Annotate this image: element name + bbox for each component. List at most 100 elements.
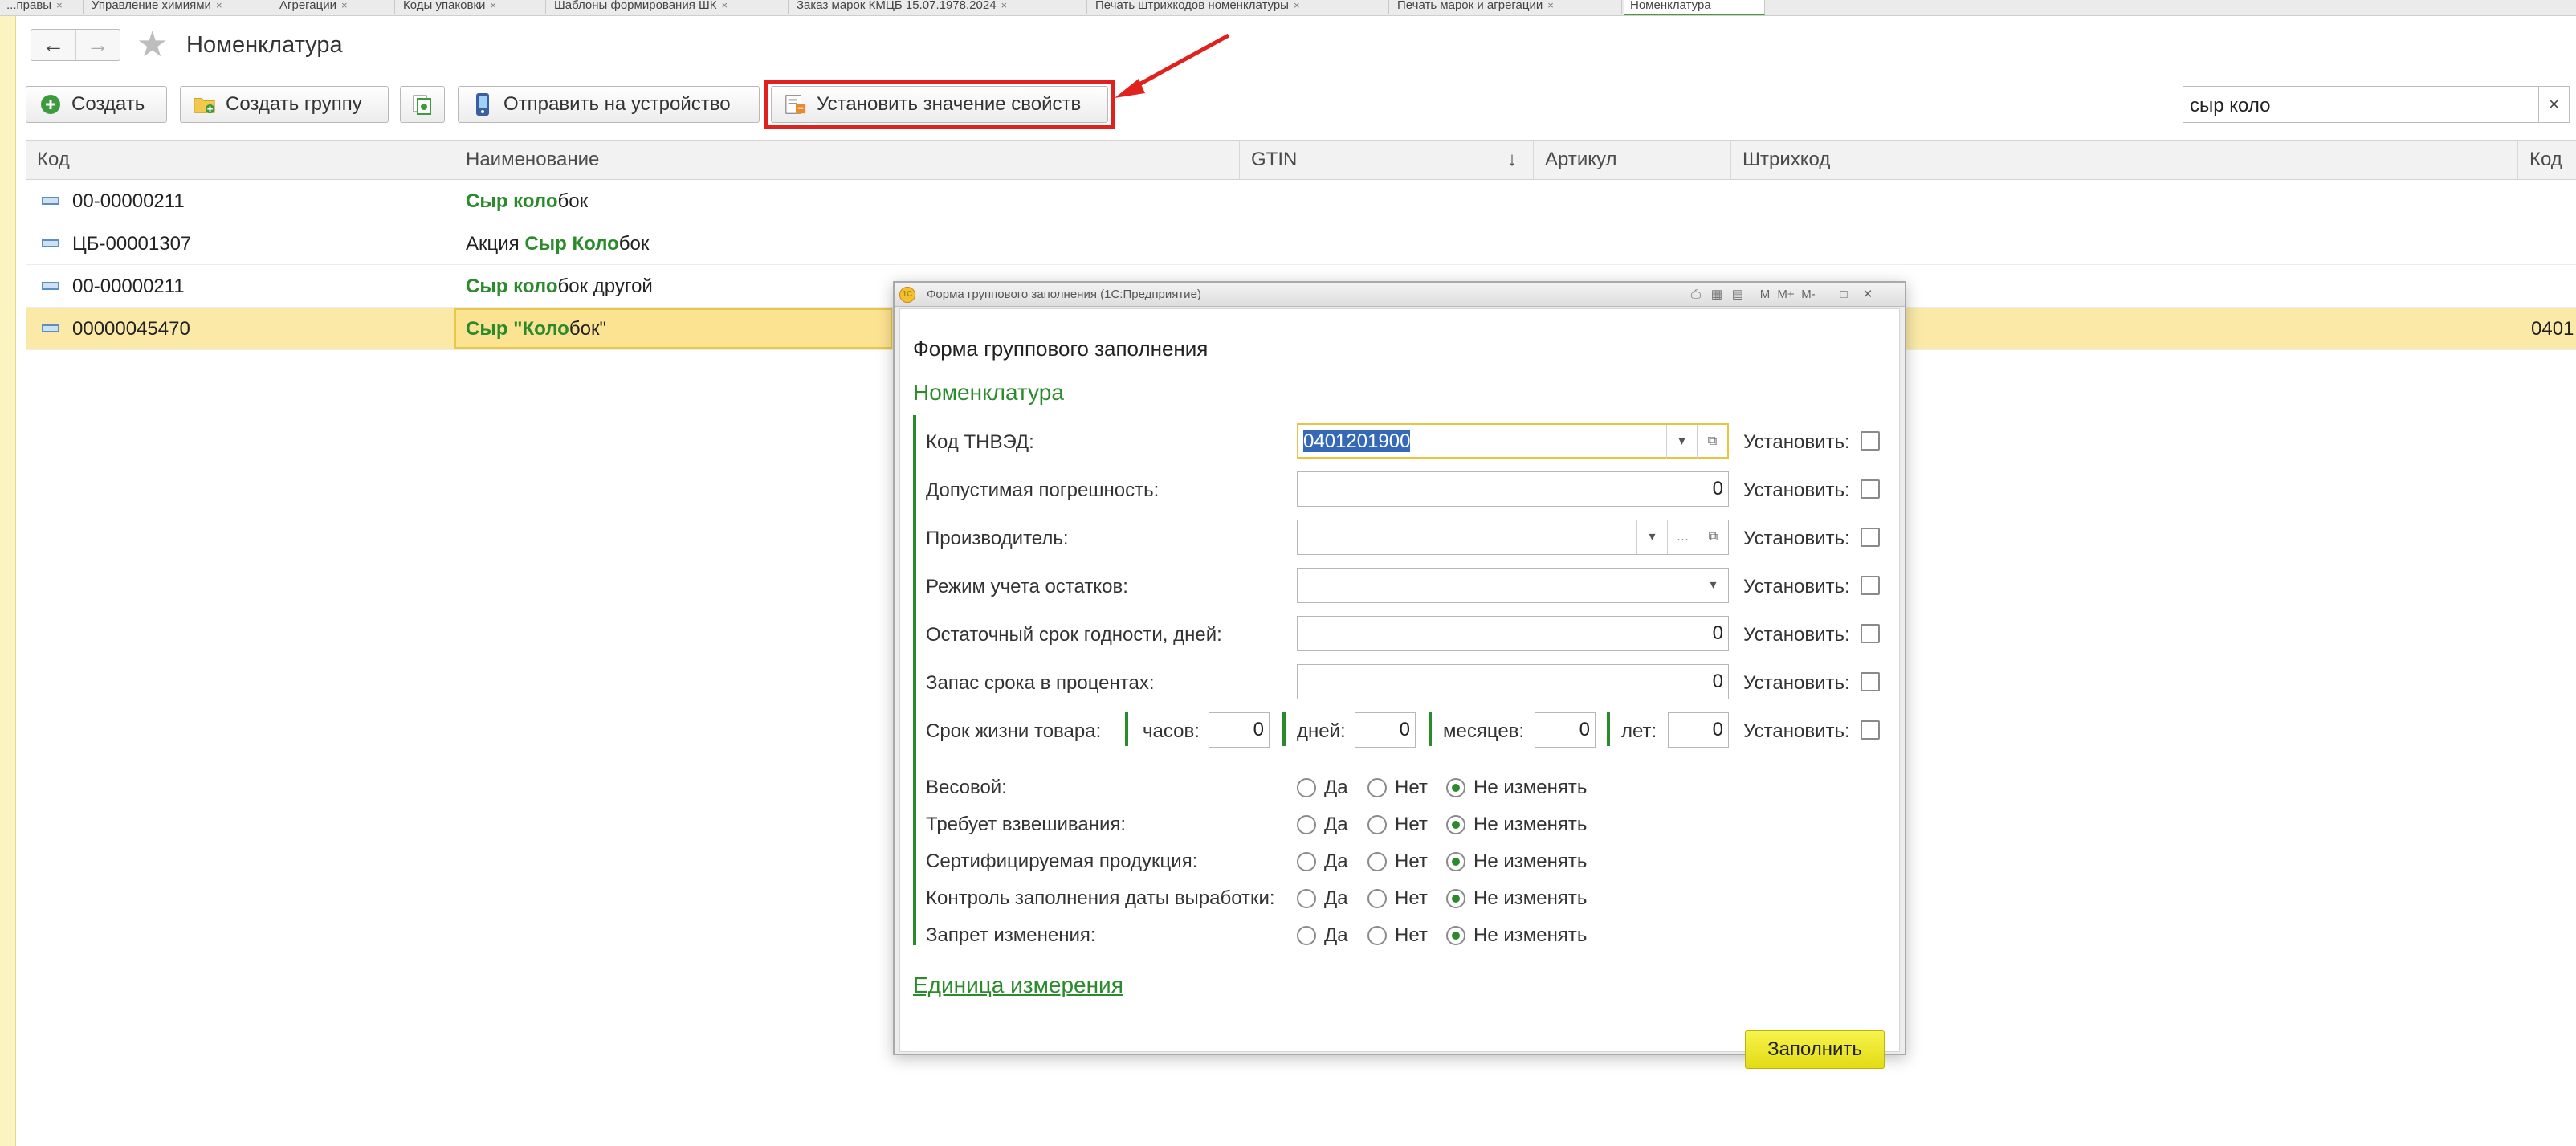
send-to-device-button[interactable]: Отправить на устройство <box>458 86 760 123</box>
table-row[interactable]: 00-00000211 Сыр колобок <box>26 180 2576 222</box>
tnved-input[interactable]: 0401201900 ▾ ⧉ <box>1297 423 1729 459</box>
dialog-titlebar[interactable]: 1C Форма группового заполнения (1С:Предп… <box>895 283 1905 307</box>
maximize-icon[interactable]: □ <box>1834 285 1853 304</box>
dropdown-icon[interactable]: ▾ <box>1666 425 1697 459</box>
tab-nomenclature[interactable]: Номенклатура <box>1624 0 1765 15</box>
tab-close-icon[interactable]: × <box>341 0 348 11</box>
shelf-life-input[interactable]: 0 <box>1297 616 1729 651</box>
tolerance-label: Допустимая погрешность: <box>926 479 1160 501</box>
lock-no-radio[interactable] <box>1367 926 1387 945</box>
column-header-barcode[interactable]: Штрихкод <box>1731 141 2518 179</box>
item-icon <box>42 282 59 290</box>
tab-1[interactable]: Управление химиями × <box>85 0 271 14</box>
set-tolerance-checkbox[interactable] <box>1861 479 1880 499</box>
months-input[interactable]: 0 <box>1535 712 1596 748</box>
set-label: Установить: <box>1743 479 1850 501</box>
weight-yes-radio[interactable] <box>1297 778 1316 797</box>
tab-close-icon[interactable]: × <box>1294 0 1300 11</box>
column-header-article[interactable]: Артикул <box>1534 141 1731 179</box>
tab-close-icon[interactable]: × <box>1001 0 1008 11</box>
copy-button[interactable] <box>400 86 445 123</box>
tab-3[interactable]: Коды упаковки × <box>397 0 546 14</box>
memory-m-icon[interactable]: M <box>1755 285 1775 304</box>
set-shelf-life-checkbox[interactable] <box>1861 624 1880 643</box>
create-group-button[interactable]: Создать группу <box>180 86 389 123</box>
1c-logo-icon: 1C <box>899 287 915 303</box>
prodcontrol-keep-radio[interactable] <box>1446 889 1465 908</box>
certified-keep-radio[interactable] <box>1446 852 1465 871</box>
tab-7[interactable]: Печать марок и агрегации × <box>1391 0 1622 14</box>
set-stock-mode-checkbox[interactable] <box>1861 576 1880 595</box>
section-bar <box>913 415 916 945</box>
column-header-code-2[interactable]: Код <box>2518 141 2576 179</box>
open-icon[interactable]: ⧉ <box>1698 520 1728 554</box>
close-icon[interactable]: ✕ <box>1858 285 1877 304</box>
column-header-gtin[interactable]: GTIN ↓ <box>1240 141 1534 179</box>
set-tnved-checkbox[interactable] <box>1861 431 1880 451</box>
set-manufacturer-checkbox[interactable] <box>1861 528 1880 547</box>
certified-no-radio[interactable] <box>1367 852 1387 871</box>
tab-close-icon[interactable]: × <box>56 0 63 11</box>
stock-mode-label: Режим учета остатков: <box>926 576 1128 597</box>
prodcontrol-no-radio[interactable] <box>1367 889 1387 908</box>
tnved-label: Код ТНВЭД: <box>926 431 1034 453</box>
sort-down-icon: ↓ <box>1507 149 1517 170</box>
years-input[interactable]: 0 <box>1668 712 1729 748</box>
days-input[interactable]: 0 <box>1355 712 1416 748</box>
set-label: Установить: <box>1743 624 1850 646</box>
tab-close-icon[interactable]: × <box>1547 0 1554 11</box>
stock-mode-select[interactable]: ▾ <box>1297 568 1729 603</box>
weight-keep-radio[interactable] <box>1446 778 1465 797</box>
create-button[interactable]: Создать <box>26 86 167 123</box>
unit-of-measure-link[interactable]: Единица измерения <box>913 973 1123 998</box>
row-name: Сыр колобок другой <box>466 275 653 297</box>
certified-yes-radio[interactable] <box>1297 852 1316 871</box>
favorite-star-icon[interactable]: ★ <box>137 24 168 65</box>
column-header-name[interactable]: Наименование <box>454 141 1240 179</box>
back-arrow-icon[interactable]: ← <box>31 30 75 60</box>
nav-buttons: ← → <box>31 29 120 61</box>
tab-2[interactable]: Агрегации × <box>273 0 395 14</box>
years-label: лет: <box>1621 720 1657 742</box>
folder-add-icon <box>194 93 216 116</box>
clear-search-icon[interactable]: × <box>2539 86 2570 123</box>
set-label: Установить: <box>1743 672 1850 694</box>
calculator-icon[interactable]: ▦ <box>1707 285 1726 304</box>
memory-minus-icon[interactable]: M- <box>1799 285 1818 304</box>
dropdown-icon[interactable]: ▾ <box>1636 520 1667 554</box>
reserve-pct-input[interactable]: 0 <box>1297 664 1729 699</box>
weighing-no-radio[interactable] <box>1367 815 1387 834</box>
set-lifetime-checkbox[interactable] <box>1861 720 1880 740</box>
fill-button[interactable]: Заполнить <box>1745 1030 1885 1069</box>
tab-close-icon[interactable]: × <box>490 0 496 11</box>
lock-yes-radio[interactable] <box>1297 926 1316 945</box>
plus-icon <box>39 93 62 116</box>
table-row[interactable]: ЦБ-00001307 Акция Сыр Колобок <box>26 222 2576 265</box>
weight-no-radio[interactable] <box>1367 778 1387 797</box>
tab-4[interactable]: Шаблоны формирования ШК × <box>548 0 789 14</box>
dropdown-icon[interactable]: ▾ <box>1698 569 1728 602</box>
print-icon[interactable]: ⎙ <box>1686 285 1706 304</box>
open-icon[interactable]: ⧉ <box>1697 425 1727 459</box>
section-title: Номенклатура <box>913 380 1064 405</box>
tab-5[interactable]: Заказ марок КМЦБ 15.07.1978.2024 × <box>790 0 1087 14</box>
tab-close-icon[interactable]: × <box>216 0 222 11</box>
weighing-keep-radio[interactable] <box>1446 815 1465 834</box>
search-input[interactable]: сыр коло <box>2183 86 2539 123</box>
tab-close-icon[interactable]: × <box>722 0 728 11</box>
weighing-yes-radio[interactable] <box>1297 815 1316 834</box>
select-more-icon[interactable]: … <box>1667 520 1698 554</box>
hours-input[interactable]: 0 <box>1209 712 1270 748</box>
forward-arrow-icon[interactable]: → <box>75 30 120 60</box>
manufacturer-input[interactable]: ▾ … ⧉ <box>1297 520 1729 555</box>
memory-plus-icon[interactable]: M+ <box>1776 285 1795 304</box>
calendar-icon[interactable]: ▤ <box>1728 285 1747 304</box>
prodcontrol-yes-radio[interactable] <box>1297 889 1316 908</box>
lock-keep-radio[interactable] <box>1446 926 1465 945</box>
group-divider <box>1282 712 1286 746</box>
tab-0[interactable]: ...правы × <box>0 0 84 14</box>
tab-6[interactable]: Печать штрихкодов номенклатуры × <box>1089 0 1389 14</box>
tolerance-input[interactable]: 0 <box>1297 471 1729 507</box>
set-reserve-pct-checkbox[interactable] <box>1861 672 1880 691</box>
column-header-code[interactable]: Код <box>26 141 454 179</box>
